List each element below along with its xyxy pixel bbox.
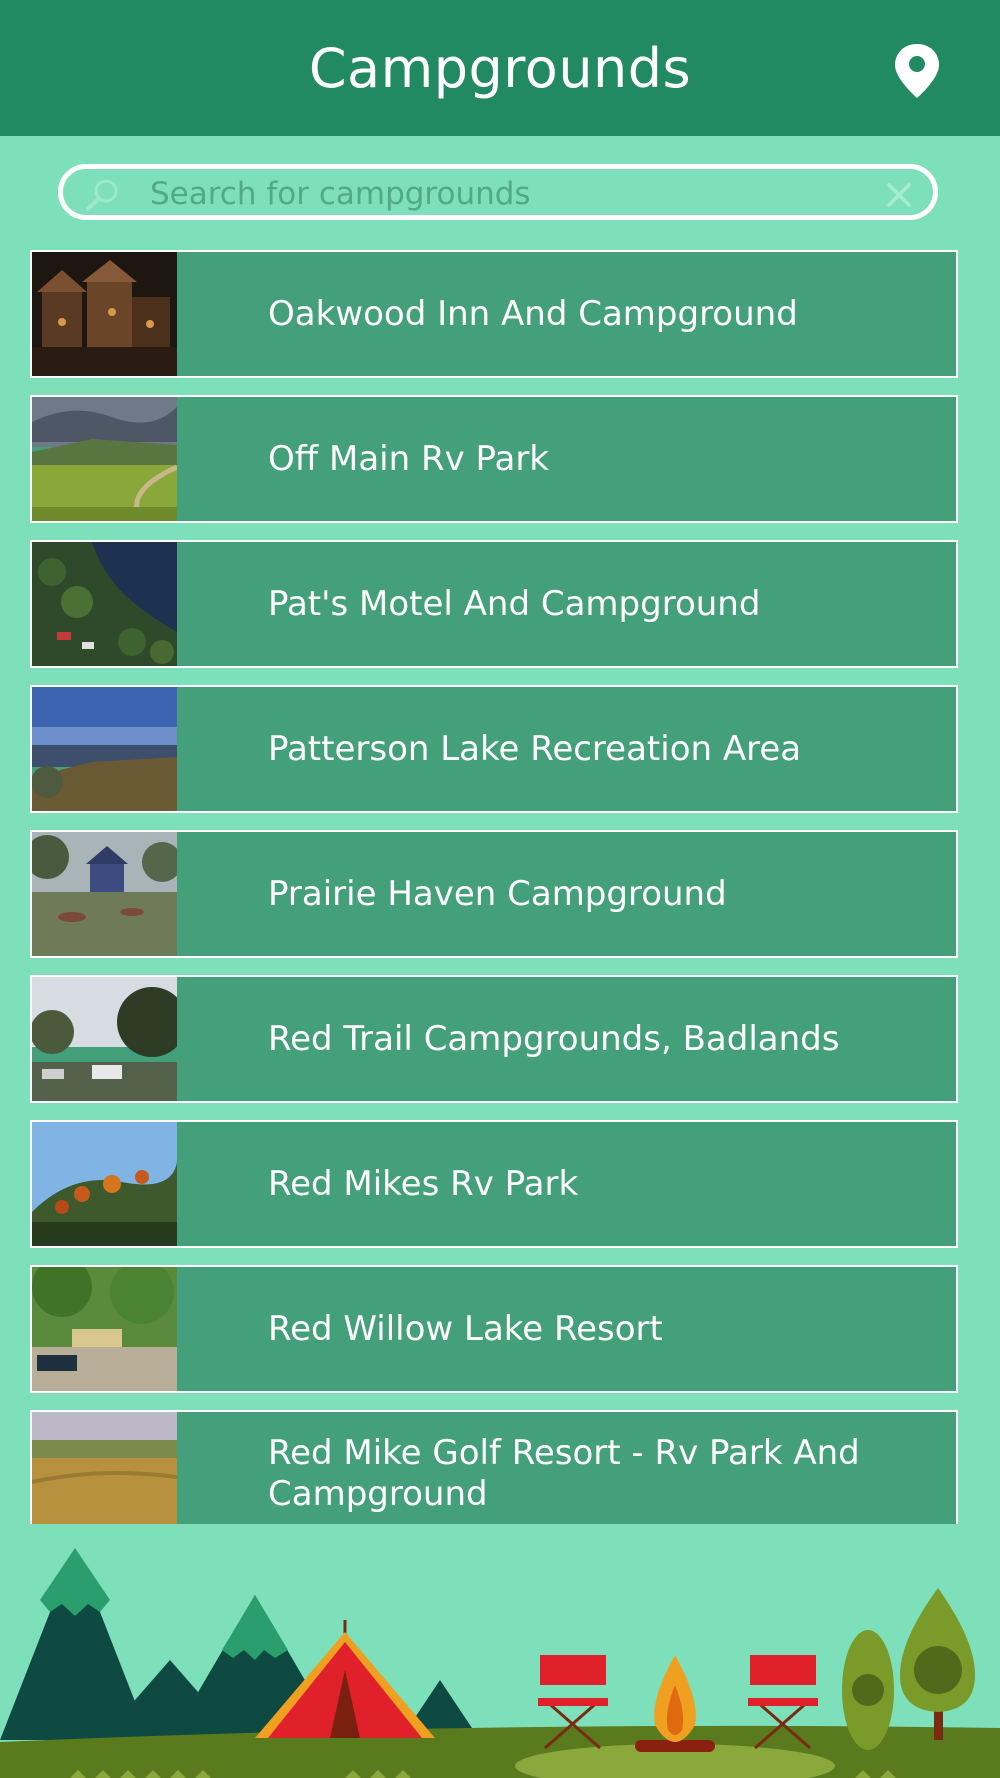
search-input[interactable]	[148, 173, 852, 215]
search-bar	[58, 164, 938, 220]
campground-thumbnail	[32, 832, 177, 956]
campground-thumbnail	[32, 1412, 177, 1524]
search-icon	[86, 179, 118, 211]
campground-row[interactable]: Patterson Lake Recreation Area	[30, 685, 958, 813]
campground-name: Off Main Rv Park	[268, 438, 549, 479]
campground-thumbnail	[32, 542, 177, 666]
campground-name: Red Willow Lake Resort	[268, 1308, 663, 1349]
page-title: Campgrounds	[308, 36, 692, 100]
campground-list: Oakwood Inn And Campground Off Main Rv P…	[30, 250, 958, 1524]
campground-name: Red Trail Campgrounds, Badlands	[268, 1018, 840, 1059]
campground-row[interactable]: Red Trail Campgrounds, Badlands	[30, 975, 958, 1103]
campground-row[interactable]: Red Mike Golf Resort - Rv Park And Campg…	[30, 1410, 958, 1524]
campground-thumbnail	[32, 397, 177, 521]
campground-name: Prairie Haven Campground	[268, 873, 727, 914]
campground-thumbnail	[32, 977, 177, 1101]
campground-name: Red Mikes Rv Park	[268, 1163, 579, 1204]
app-header: Campgrounds	[0, 0, 1000, 136]
campground-row[interactable]: Off Main Rv Park	[30, 395, 958, 523]
campground-name: Red Mike Golf Resort - Rv Park And Campg…	[268, 1433, 860, 1514]
campground-row[interactable]: Red Mikes Rv Park	[30, 1120, 958, 1248]
campground-thumbnail	[32, 1267, 177, 1391]
campground-row[interactable]: Red Willow Lake Resort	[30, 1265, 958, 1393]
campground-row[interactable]: Pat's Motel And Campground	[30, 540, 958, 668]
campground-name: Oakwood Inn And Campground	[268, 293, 798, 334]
campground-name: Patterson Lake Recreation Area	[268, 728, 802, 769]
map-pin-icon[interactable]	[893, 42, 941, 100]
close-icon[interactable]	[885, 181, 913, 209]
campground-thumbnail	[32, 687, 177, 811]
camping-scene-illustration	[0, 1548, 1000, 1778]
campground-row[interactable]: Oakwood Inn And Campground	[30, 250, 958, 378]
campground-thumbnail	[32, 252, 177, 376]
campground-thumbnail	[32, 1122, 177, 1246]
campground-name: Pat's Motel And Campground	[268, 583, 761, 624]
campground-row[interactable]: Prairie Haven Campground	[30, 830, 958, 958]
